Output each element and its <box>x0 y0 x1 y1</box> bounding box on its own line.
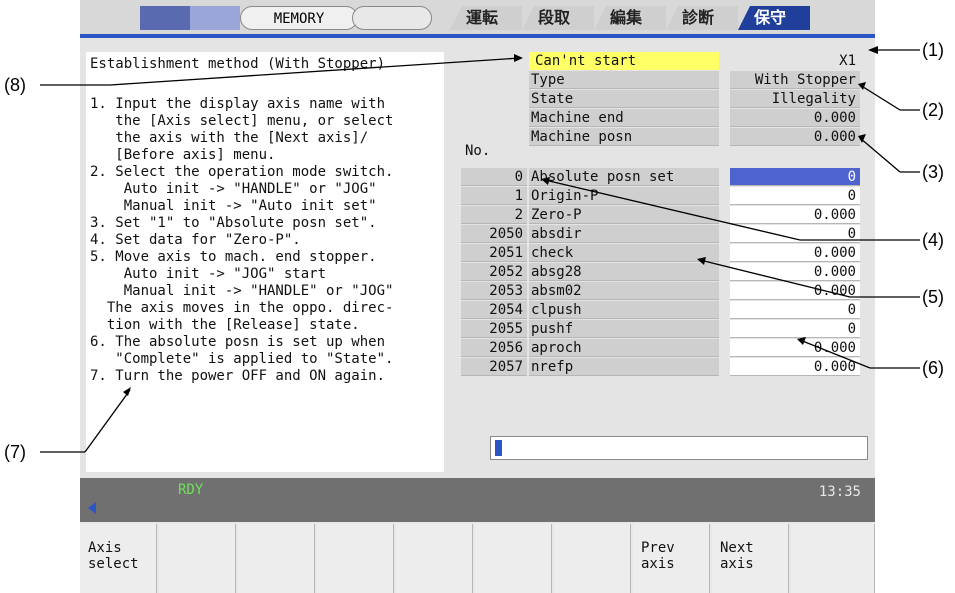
callout-line-2 <box>859 84 901 111</box>
callout-line-3 <box>859 137 901 173</box>
callout-line-8b <box>109 57 521 86</box>
callout-arrow-1 <box>868 46 878 54</box>
callout-arrow-2 <box>858 82 866 90</box>
callout-1: (1) <box>922 40 944 60</box>
callout-arrow-5 <box>697 257 706 265</box>
callout-line-5 <box>699 259 851 298</box>
callout-8: (8) <box>4 75 26 95</box>
callout-arrow-8 <box>514 54 523 62</box>
callout-line-7b <box>84 389 131 453</box>
callout-5: (5) <box>922 287 944 307</box>
callout-4: (4) <box>922 230 944 250</box>
callout-7: (7) <box>4 442 26 462</box>
callout-lines <box>40 46 920 453</box>
callout-line-4 <box>544 179 801 241</box>
callout-3: (3) <box>922 162 944 182</box>
callout-6: (6) <box>922 358 944 378</box>
callout-2: (2) <box>922 100 944 120</box>
callout-arrow-4 <box>541 177 550 185</box>
callout-arrow-7 <box>123 387 131 396</box>
callout-arrow-6 <box>797 337 806 345</box>
callout-line-6 <box>799 339 871 369</box>
